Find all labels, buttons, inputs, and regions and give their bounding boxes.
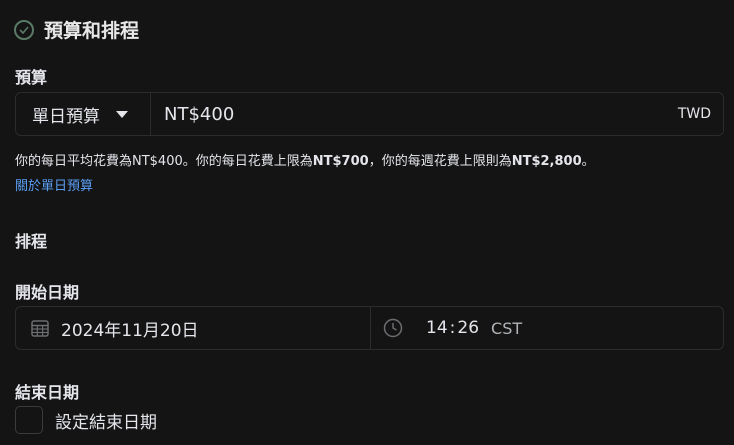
set-end-date-label: 設定結束日期 <box>55 412 157 433</box>
set-end-date-checkbox[interactable] <box>15 406 43 434</box>
end-date-label: 結束日期 <box>15 383 80 402</box>
info-text-part: 。 <box>581 154 595 169</box>
start-date-label: 開始日期 <box>15 283 80 302</box>
section-title: 預算和排程 <box>44 20 140 42</box>
about-daily-budget-link[interactable]: 關於單日預算 <box>15 175 93 194</box>
start-time-field[interactable]: 14 : 26 CST <box>371 307 723 349</box>
info-text-part: 你的每日平均花費為NT$400。你的每日花費上限為 <box>15 154 313 169</box>
budget-row: 單日預算 TWD <box>15 92 724 136</box>
calendar-icon <box>30 318 50 338</box>
budget-amount-field[interactable]: TWD <box>151 93 723 135</box>
caret-down-icon <box>116 110 128 118</box>
start-date-value: 2024年11月20日 <box>61 320 199 341</box>
info-weekly-max: NT$2,800 <box>511 154 582 169</box>
currency-label: TWD <box>677 106 711 122</box>
start-date-field[interactable]: 2024年11月20日 <box>16 307 371 349</box>
section-header: 預算和排程 <box>14 16 139 43</box>
time-separator: : <box>449 318 456 338</box>
info-text-part: ，你的每週花費上限則為 <box>368 154 512 169</box>
start-datetime-row: 2024年11月20日 14 : 26 CST <box>15 306 724 350</box>
set-end-date-row[interactable]: 設定結束日期 <box>15 406 157 434</box>
budget-type-value: 單日預算 <box>32 106 100 127</box>
budget-type-dropdown[interactable]: 單日預算 <box>16 93 151 135</box>
check-circle-icon <box>14 19 34 40</box>
budget-amount-input[interactable] <box>164 103 464 125</box>
budget-label: 預算 <box>15 68 48 87</box>
timezone-label: CST <box>491 318 523 338</box>
budget-info-text: 你的每日平均花費為NT$400。你的每日花費上限為NT$700，你的每週花費上限… <box>15 150 595 169</box>
info-daily-max: NT$700 <box>312 154 369 169</box>
schedule-label: 排程 <box>15 232 48 251</box>
start-time-hour[interactable]: 14 <box>426 318 448 338</box>
clock-icon <box>383 318 403 338</box>
start-time-minute[interactable]: 26 <box>457 318 479 338</box>
